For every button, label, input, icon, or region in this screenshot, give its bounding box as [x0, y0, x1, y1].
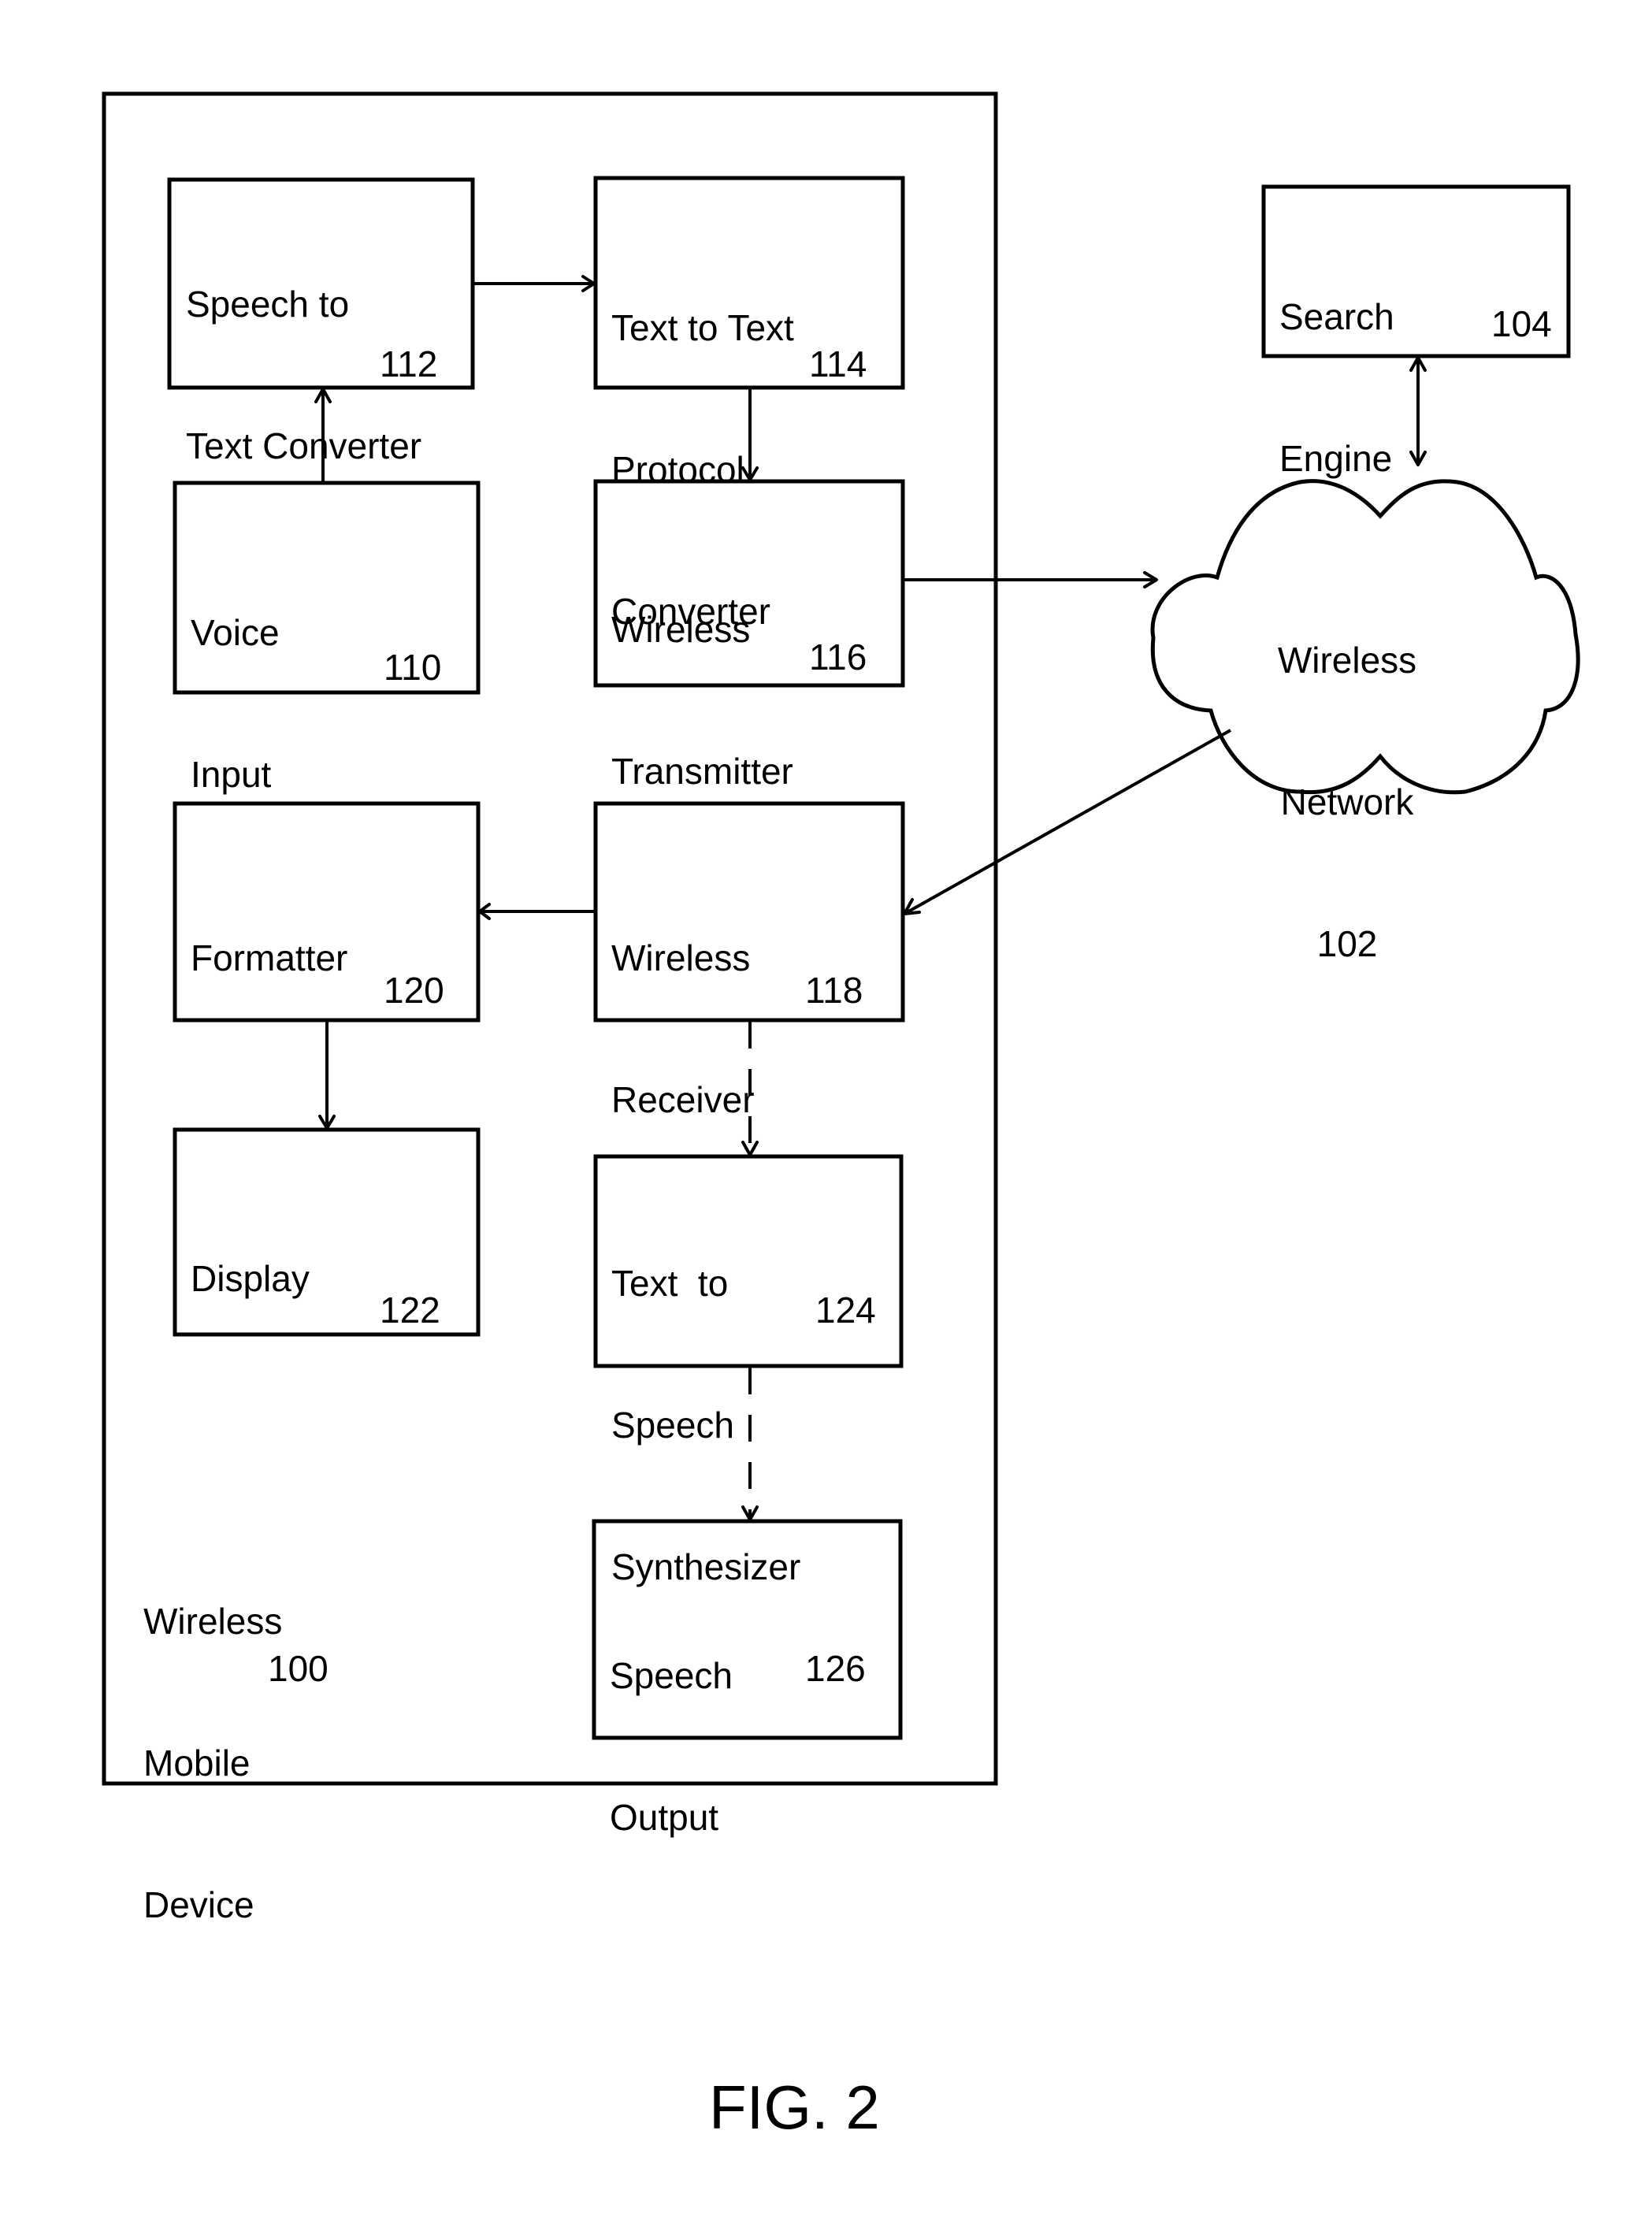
ref-126: 126	[805, 1648, 866, 1689]
block-116-label: Wireless Transmitter	[611, 511, 793, 842]
label-line: Receiver	[611, 1079, 755, 1120]
ref-122: 122	[380, 1290, 440, 1331]
label-line: Text to Text	[611, 307, 794, 348]
label-line: Text Converter	[186, 425, 422, 466]
ref-110: 110	[384, 647, 442, 688]
block-126-label: Speech Output	[610, 1557, 733, 1888]
block-122-label: Display	[191, 1160, 310, 1349]
device-label: Wireless Mobile Device	[143, 1503, 282, 1976]
label-line: Text to	[611, 1263, 729, 1304]
ref-124: 124	[815, 1290, 876, 1331]
label-line: Speech to	[186, 284, 350, 325]
label-line: Wireless	[143, 1601, 283, 1642]
ref-116: 116	[809, 637, 867, 677]
label-line: Wireless	[1277, 640, 1417, 681]
label-line: Mobile	[143, 1743, 251, 1783]
ref-114: 114	[809, 343, 867, 384]
block-104-label: Search Engine	[1279, 199, 1394, 529]
ref-118: 118	[805, 970, 863, 1011]
label-line: Engine	[1279, 438, 1393, 479]
ref-112: 112	[380, 343, 438, 384]
label-line: Device	[143, 1884, 254, 1925]
label-line: Search	[1279, 296, 1394, 337]
label-line: Display	[191, 1258, 310, 1299]
label-line: Output	[610, 1797, 719, 1838]
label-line: Speech	[610, 1655, 733, 1696]
label-line: Wireless	[611, 937, 751, 978]
label-line: Speech	[611, 1405, 735, 1446]
ref-102: 102	[1316, 923, 1378, 964]
block-110-label: Voice Input	[191, 514, 280, 845]
arrow-102-to-118	[904, 729, 1231, 915]
label-line: Formatter	[191, 937, 348, 978]
ref-104: 104	[1491, 303, 1552, 344]
block-118-label: Wireless Receiver	[611, 840, 755, 1171]
label-line: Voice	[191, 612, 280, 653]
ref-120: 120	[384, 970, 444, 1011]
ref-100: 100	[268, 1648, 329, 1689]
figure-label: FIG. 2	[709, 2073, 880, 2142]
label-line: Wireless	[611, 609, 751, 650]
label-line: Network	[1280, 781, 1414, 822]
block-120-label: Formatter	[191, 840, 347, 1029]
network-label: Wireless Network 102	[1268, 542, 1426, 1015]
label-line: Protocol	[611, 449, 744, 490]
label-line: Input	[191, 754, 272, 795]
label-line: Transmitter	[611, 751, 793, 792]
